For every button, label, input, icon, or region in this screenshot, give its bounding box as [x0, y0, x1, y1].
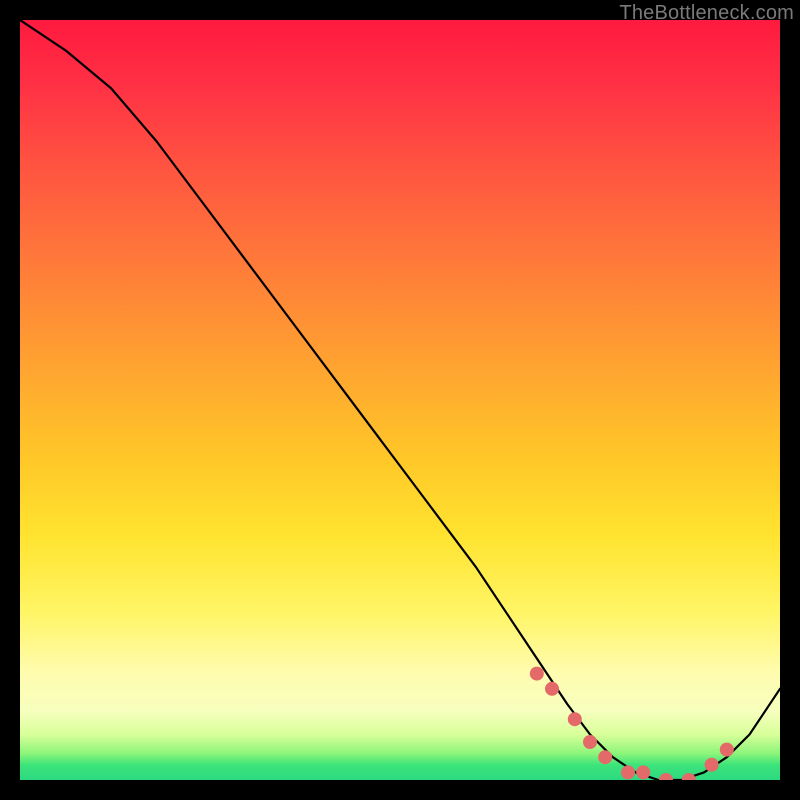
chart-markers	[530, 667, 734, 780]
chart-svg	[20, 20, 780, 780]
marker-point	[621, 765, 635, 779]
marker-point	[705, 758, 719, 772]
marker-point	[659, 773, 673, 780]
marker-point	[545, 682, 559, 696]
marker-point	[636, 765, 650, 779]
marker-point	[568, 712, 582, 726]
chart-plot-area	[20, 20, 780, 780]
marker-point	[720, 743, 734, 757]
watermark-text: TheBottleneck.com	[619, 2, 794, 25]
chart-line	[20, 20, 780, 780]
marker-point	[682, 773, 696, 780]
marker-point	[598, 750, 612, 764]
marker-point	[530, 667, 544, 681]
marker-point	[583, 735, 597, 749]
chart-frame: TheBottleneck.com	[0, 0, 800, 800]
